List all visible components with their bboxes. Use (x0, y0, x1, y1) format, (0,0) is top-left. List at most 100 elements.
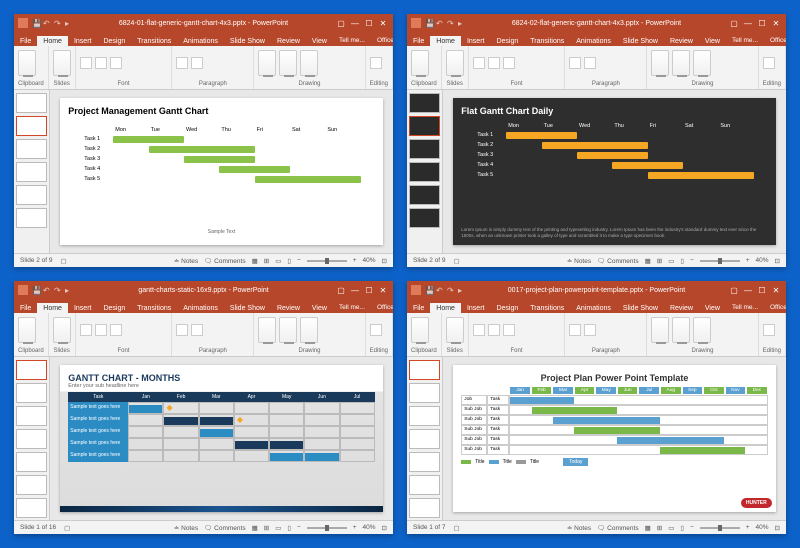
close-icon[interactable]: ✕ (770, 286, 782, 295)
view-slideshow-icon[interactable]: ▯ (287, 257, 291, 265)
close-icon[interactable]: ✕ (377, 286, 389, 295)
arrange-button[interactable] (672, 50, 690, 76)
tab-design[interactable]: Design (97, 303, 131, 313)
tab-tellme[interactable]: Tell me... (333, 302, 371, 313)
undo-icon[interactable]: ↶ (43, 19, 51, 27)
lang-indicator[interactable]: ▢ (61, 257, 67, 265)
notes-button[interactable]: ≐ Notes (567, 524, 591, 532)
milestone-icon[interactable]: ◆ (166, 403, 172, 412)
fit-icon[interactable]: ⊡ (775, 257, 780, 265)
quickstyles-button[interactable] (300, 317, 318, 343)
find-icon[interactable] (763, 324, 775, 336)
tab-slide-show[interactable]: Slide Show (224, 303, 271, 313)
view-reading-icon[interactable]: ▭ (668, 524, 674, 532)
gantt-bar[interactable] (235, 441, 268, 449)
tab-slide-show[interactable]: Slide Show (617, 36, 664, 46)
gantt-bar[interactable] (574, 427, 659, 434)
zoom-in-icon[interactable]: + (746, 257, 750, 264)
start-icon[interactable]: ▸ (458, 19, 466, 27)
view-sorter-icon[interactable]: ⊞ (657, 257, 662, 265)
zoom-level[interactable]: 40% (756, 524, 769, 531)
shapes-button[interactable] (651, 317, 669, 343)
quickstyles-button[interactable] (693, 50, 711, 76)
tab-file[interactable]: File (14, 303, 37, 313)
tab-slide-show[interactable]: Slide Show (224, 36, 271, 46)
thumbnail-4[interactable] (409, 429, 440, 449)
slide-title[interactable]: GANTT CHART - MONTHS (68, 373, 374, 383)
zoom-slider[interactable] (307, 527, 347, 529)
tab-home[interactable]: Home (430, 36, 461, 46)
comments-button[interactable]: 🗨 Comments (204, 524, 245, 532)
gantt-bar[interactable] (149, 146, 255, 153)
tab-home[interactable]: Home (430, 303, 461, 313)
quickstyles-button[interactable] (300, 50, 318, 76)
thumbnail-5[interactable] (16, 452, 47, 472)
milestone-icon[interactable]: ◆ (237, 415, 243, 424)
start-icon[interactable]: ▸ (458, 286, 466, 294)
fit-icon[interactable]: ⊡ (382, 524, 387, 532)
lang-indicator[interactable]: ▢ (454, 524, 460, 532)
font-box[interactable] (473, 57, 485, 69)
gantt-bar[interactable] (612, 162, 683, 169)
zoom-level[interactable]: 40% (756, 257, 769, 264)
thumbnail-3[interactable] (409, 139, 440, 159)
view-slideshow-icon[interactable]: ▯ (287, 524, 291, 532)
thumbnail-3[interactable] (16, 139, 47, 159)
notes-button[interactable]: ≐ Notes (567, 257, 591, 265)
view-reading-icon[interactable]: ▭ (275, 524, 281, 532)
tab-view[interactable]: View (306, 36, 333, 46)
gantt-bar[interactable] (270, 441, 303, 449)
comments-button[interactable]: 🗨 Comments (597, 257, 638, 265)
tab-tellme[interactable]: Tell me... (333, 35, 371, 46)
tab-transitions[interactable]: Transitions (131, 303, 177, 313)
minimize-icon[interactable]: — (742, 286, 754, 295)
quickstyles-button[interactable] (693, 317, 711, 343)
zoom-in-icon[interactable]: + (746, 524, 750, 531)
comments-button[interactable]: 🗨 Comments (204, 257, 245, 265)
save-icon[interactable]: 💾 (32, 19, 40, 27)
tab-tellme[interactable]: Tell me... (726, 35, 764, 46)
tab-transitions[interactable]: Transitions (524, 36, 570, 46)
notes-button[interactable]: ≐ Notes (174, 524, 198, 532)
thumbnail-4[interactable] (409, 162, 440, 182)
paste-button[interactable] (18, 50, 36, 76)
footnote-text[interactable]: Lorem Ipsum is simply dummy text of the … (461, 227, 767, 239)
undo-icon[interactable]: ↶ (43, 286, 51, 294)
tab-home[interactable]: Home (37, 36, 68, 46)
tab-design[interactable]: Design (490, 303, 524, 313)
tab-insert[interactable]: Insert (68, 36, 98, 46)
tab-animations[interactable]: Animations (570, 36, 617, 46)
thumbnail-4[interactable] (16, 429, 47, 449)
redo-icon[interactable]: ↷ (54, 19, 62, 27)
gantt-bar[interactable] (164, 417, 197, 425)
new-slide-button[interactable] (446, 50, 464, 76)
slide-canvas[interactable]: Project Management Gantt Chart MonTueWed… (60, 98, 382, 245)
thumbnail-6[interactable] (16, 208, 47, 228)
thumbnail-5[interactable] (16, 185, 47, 205)
zoom-slider[interactable] (700, 527, 740, 529)
thumbnail-2[interactable] (409, 116, 440, 136)
zoom-level[interactable]: 40% (363, 257, 376, 264)
gantt-bar[interactable] (184, 156, 255, 163)
zoom-out-icon[interactable]: − (297, 524, 301, 531)
slide-title[interactable]: Flat Gantt Chart Daily (461, 106, 767, 116)
view-normal-icon[interactable]: ▦ (252, 257, 258, 265)
shapes-button[interactable] (651, 50, 669, 76)
thumbnail-5[interactable] (409, 185, 440, 205)
gantt-bar[interactable] (617, 437, 724, 444)
arrange-button[interactable] (279, 50, 297, 76)
undo-icon[interactable]: ↶ (436, 19, 444, 27)
gantt-bar[interactable] (113, 136, 184, 143)
tab-review[interactable]: Review (271, 36, 306, 46)
tab-insert[interactable]: Insert (461, 36, 491, 46)
ribbon-opts-icon[interactable]: ▢ (728, 286, 740, 295)
maximize-icon[interactable]: ☐ (363, 19, 375, 28)
redo-icon[interactable]: ↷ (447, 19, 455, 27)
maximize-icon[interactable]: ☐ (756, 286, 768, 295)
tab-officeti[interactable]: Office Ti... (371, 35, 393, 46)
view-reading-icon[interactable]: ▭ (275, 257, 281, 265)
sample-text[interactable]: Sample Text (60, 229, 382, 235)
new-slide-button[interactable] (53, 317, 71, 343)
font-box[interactable] (80, 324, 92, 336)
font-box[interactable] (80, 57, 92, 69)
